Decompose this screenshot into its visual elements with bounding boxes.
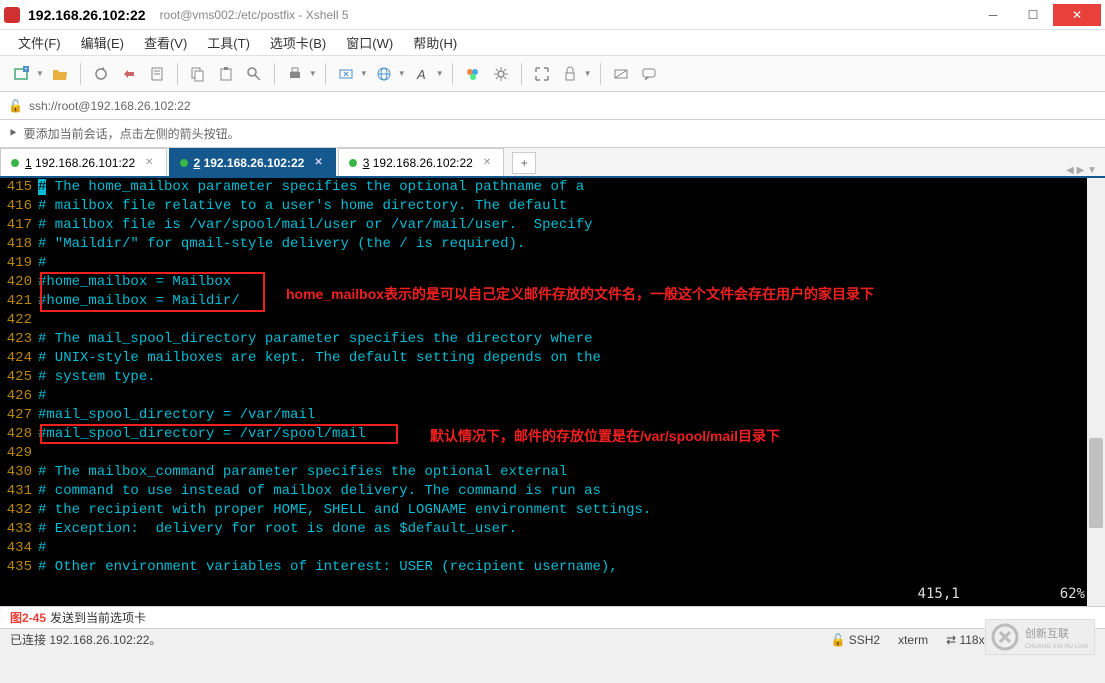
transfer-icon[interactable] [334, 62, 358, 86]
bottom-bar: 图2-45 发送到当前选项卡 [0, 606, 1105, 628]
properties-icon[interactable] [145, 62, 169, 86]
dropdown-caret-icon[interactable]: ▼ [309, 69, 317, 78]
annotation-text-1: home_mailbox表示的是可以自己定义邮件存放的文件名，一般这个文件会存在… [286, 284, 874, 304]
menu-help[interactable]: 帮助(H) [405, 31, 465, 54]
gear-icon[interactable] [489, 62, 513, 86]
dropdown-caret-icon[interactable]: ▼ [584, 69, 592, 78]
hint-text: 要添加当前会话，点击左侧的箭头按钮。 [24, 125, 240, 142]
disconnect-icon[interactable] [117, 62, 141, 86]
hint-bar: ⯈ 要添加当前会话，点击左侧的箭头按钮。 [0, 120, 1105, 148]
dropdown-caret-icon[interactable]: ▼ [398, 69, 406, 78]
status-dot-icon [349, 159, 357, 167]
minimize-button[interactable]: ─ [973, 4, 1013, 26]
close-button[interactable]: ✕ [1053, 4, 1101, 26]
session-tab-3[interactable]: 3 192.168.26.102:22 ✕ [338, 148, 505, 176]
arrow-icon[interactable]: ⯈ [8, 126, 18, 141]
session-tab-1[interactable]: 1 192.168.26.101:22 ✕ [0, 148, 167, 176]
address-bar: 🔓 ssh://root@192.168.26.102:22 [0, 92, 1105, 120]
title-bar: 192.168.26.102:22 root@vms002:/etc/postf… [0, 0, 1105, 30]
tab-close-icon[interactable]: ✕ [145, 157, 153, 168]
toolbar: + ▼ ▼ ▼ ▼ A ▼ ▼ [0, 56, 1105, 92]
tab-bar: 1 192.168.26.101:22 ✕ 2 192.168.26.102:2… [0, 148, 1105, 178]
hide-icon[interactable] [609, 62, 633, 86]
scrollbar[interactable] [1087, 178, 1105, 606]
watermark-logo: 创新互联 CHUANG XIN HU LIAN [985, 619, 1095, 655]
menu-view[interactable]: 查看(V) [136, 31, 195, 54]
status-ssh: 🔓 SSH2 [830, 633, 880, 647]
print-icon[interactable] [283, 62, 307, 86]
title-path: root@vms002:/etc/postfix - Xshell 5 [160, 8, 349, 22]
menu-bar: 文件(F) 编辑(E) 查看(V) 工具(T) 选项卡(B) 窗口(W) 帮助(… [0, 30, 1105, 56]
connection-status: 已连接 192.168.26.102:22。 [10, 631, 161, 648]
figure-label: 图2-45 [10, 609, 46, 626]
terminal[interactable]: 415# The home_mailbox parameter specifie… [0, 178, 1105, 606]
dropdown-caret-icon[interactable]: ▼ [36, 69, 44, 78]
find-icon[interactable] [242, 62, 266, 86]
dropdown-caret-icon[interactable]: ▼ [360, 69, 368, 78]
font-icon[interactable]: A [410, 62, 434, 86]
color-icon[interactable] [461, 62, 485, 86]
app-icon [4, 7, 20, 23]
tab-close-icon[interactable]: ✕ [483, 157, 491, 168]
new-session-icon[interactable]: + [10, 62, 34, 86]
menu-tab[interactable]: 选项卡(B) [262, 31, 334, 54]
chat-icon[interactable] [637, 62, 661, 86]
tab-nav[interactable]: ◀ ▶ ▼ [1066, 165, 1105, 176]
address-url[interactable]: ssh://root@192.168.26.102:22 [29, 99, 191, 113]
status-term: xterm [898, 633, 928, 647]
title-ip: 192.168.26.102:22 [28, 7, 146, 23]
status-dot-icon [180, 159, 188, 167]
status-bar: 已连接 192.168.26.102:22。 🔓 SSH2 xterm ⇄ 11… [0, 628, 1105, 650]
fullscreen-icon[interactable] [530, 62, 554, 86]
menu-tool[interactable]: 工具(T) [199, 31, 258, 54]
globe-icon[interactable] [372, 62, 396, 86]
session-tab-2[interactable]: 2 192.168.26.102:22 ✕ [169, 148, 336, 176]
copy-icon[interactable] [186, 62, 210, 86]
vim-status: 415,1 62% [918, 586, 1085, 602]
dropdown-caret-icon[interactable]: ▼ [436, 69, 444, 78]
lock-small-icon: 🔓 [8, 99, 23, 113]
menu-window[interactable]: 窗口(W) [338, 31, 401, 54]
svg-text:A: A [416, 67, 426, 82]
send-target-text: 发送到当前选项卡 [50, 609, 146, 626]
svg-text:创新互联: 创新互联 [1025, 626, 1069, 640]
reconnect-icon[interactable] [89, 62, 113, 86]
menu-edit[interactable]: 编辑(E) [73, 31, 132, 54]
status-dot-icon [11, 159, 19, 167]
svg-text:CHUANG XIN HU LIAN: CHUANG XIN HU LIAN [1025, 644, 1088, 650]
new-tab-button[interactable]: + [512, 152, 536, 174]
paste-icon[interactable] [214, 62, 238, 86]
lock-icon[interactable] [558, 62, 582, 86]
maximize-button[interactable]: ☐ [1013, 4, 1053, 26]
svg-text:+: + [24, 67, 28, 73]
tab-close-icon[interactable]: ✕ [314, 157, 322, 168]
annotation-text-2: 默认情况下，邮件的存放位置是在/var/spool/mail目录下 [430, 426, 780, 446]
menu-file[interactable]: 文件(F) [10, 31, 69, 54]
open-icon[interactable] [48, 62, 72, 86]
